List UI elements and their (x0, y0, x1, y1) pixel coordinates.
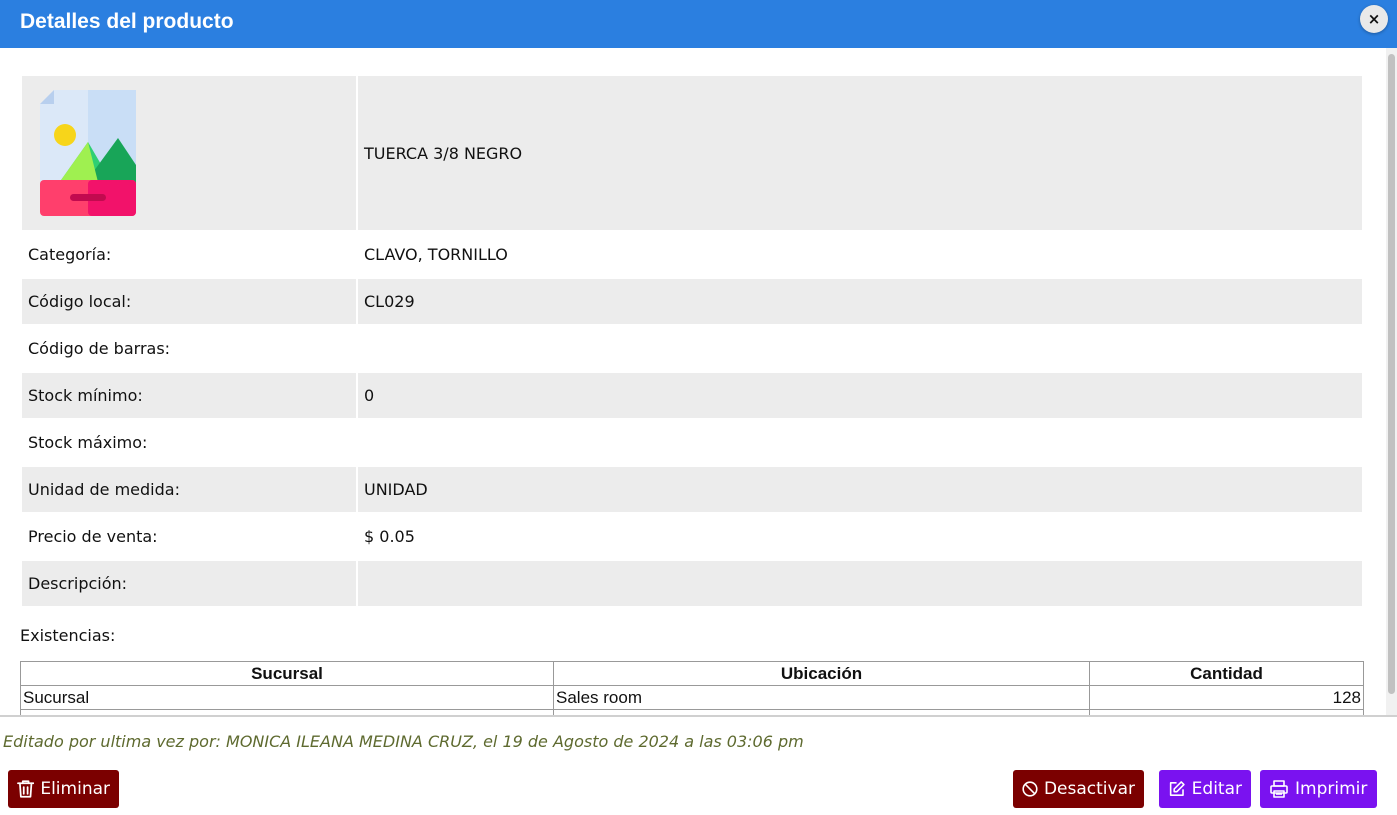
ban-icon (1022, 781, 1038, 797)
field-label: Precio de venta: (28, 527, 158, 546)
field-value (358, 326, 1362, 371)
field-row-precio-venta: Precio de venta: $ 0.05 (22, 514, 1362, 559)
stock-table-header: Sucursal Ubicación Cantidad (20, 661, 1364, 686)
close-button[interactable]: × (1360, 5, 1388, 33)
field-row-codigo-barras: Código de barras: (22, 326, 1362, 371)
deactivate-button-label: Desactivar (1043, 779, 1135, 799)
field-value: UNIDAD (358, 467, 1362, 512)
image-placeholder-icon (40, 90, 136, 216)
field-label: Stock máximo: (28, 433, 148, 452)
field-value: $ 0.05 (364, 527, 415, 546)
column-header: Ubicación (553, 661, 1090, 686)
product-image-row: TUERCA 3/8 NEGRO (22, 76, 1362, 230)
column-header: Sucursal (20, 661, 554, 686)
modal-header: Detalles del producto × (0, 0, 1397, 48)
print-button-label: Imprimir (1295, 779, 1368, 799)
product-details-modal: Detalles del producto × TUERCA 3/8 NEGRO… (0, 0, 1397, 815)
delete-button-label: Eliminar (40, 779, 110, 799)
product-name: TUERCA 3/8 NEGRO (358, 76, 1362, 230)
delete-button[interactable]: Eliminar (8, 770, 119, 808)
edit-icon (1169, 781, 1185, 796)
edit-button-label: Editar (1191, 779, 1242, 799)
cell-ubicacion: Sales room (553, 685, 1090, 710)
field-value: 0 (358, 373, 1362, 418)
table-row: Sucursal Sales room 128 (20, 685, 1364, 710)
field-row-stock-minimo: Stock mínimo: 0 (22, 373, 1362, 418)
product-details-table: TUERCA 3/8 NEGRO Categoría: CLAVO, TORNI… (20, 74, 1364, 608)
field-row-stock-maximo: Stock máximo: (22, 420, 1362, 465)
field-value (358, 561, 1362, 606)
column-header: Cantidad (1089, 661, 1364, 686)
field-label: Unidad de medida: (22, 467, 356, 512)
field-value (358, 420, 1362, 465)
existencias-label: Existencias: (20, 626, 116, 645)
field-label: Stock mínimo: (22, 373, 356, 418)
product-image-cell (22, 76, 356, 230)
trash-icon (17, 780, 35, 798)
scrollbar[interactable] (1386, 48, 1397, 715)
field-row-categoria: Categoría: CLAVO, TORNILLO (22, 232, 1362, 277)
field-row-codigo-local: Código local: CL029 (22, 279, 1362, 324)
field-label: Código de barras: (28, 339, 171, 358)
field-row-unidad-medida: Unidad de medida: UNIDAD (22, 467, 1362, 512)
print-button[interactable]: Imprimir (1260, 770, 1377, 808)
field-value: CL029 (358, 279, 1362, 324)
modal-footer: Editado por ultima vez por: MONICA ILEAN… (0, 715, 1397, 815)
edit-button[interactable]: Editar (1159, 770, 1251, 808)
field-label: Categoría: (28, 245, 112, 264)
scrollbar-thumb[interactable] (1388, 54, 1395, 694)
stock-table: Sucursal Ubicación Cantidad Sucursal Sal… (20, 661, 1364, 715)
field-row-descripcion: Descripción: (22, 561, 1362, 606)
printer-icon (1270, 780, 1288, 798)
cell-sucursal: Sucursal (20, 685, 554, 710)
modal-title: Detalles del producto (20, 10, 234, 33)
field-value: CLAVO, TORNILLO (364, 245, 508, 264)
last-edited-text: Editado por ultima vez por: MONICA ILEAN… (3, 732, 804, 751)
field-label: Descripción: (22, 561, 356, 606)
deactivate-button[interactable]: Desactivar (1013, 770, 1144, 808)
modal-body[interactable]: TUERCA 3/8 NEGRO Categoría: CLAVO, TORNI… (0, 48, 1397, 715)
cell-cantidad: 128 (1089, 685, 1364, 710)
field-label: Código local: (22, 279, 356, 324)
